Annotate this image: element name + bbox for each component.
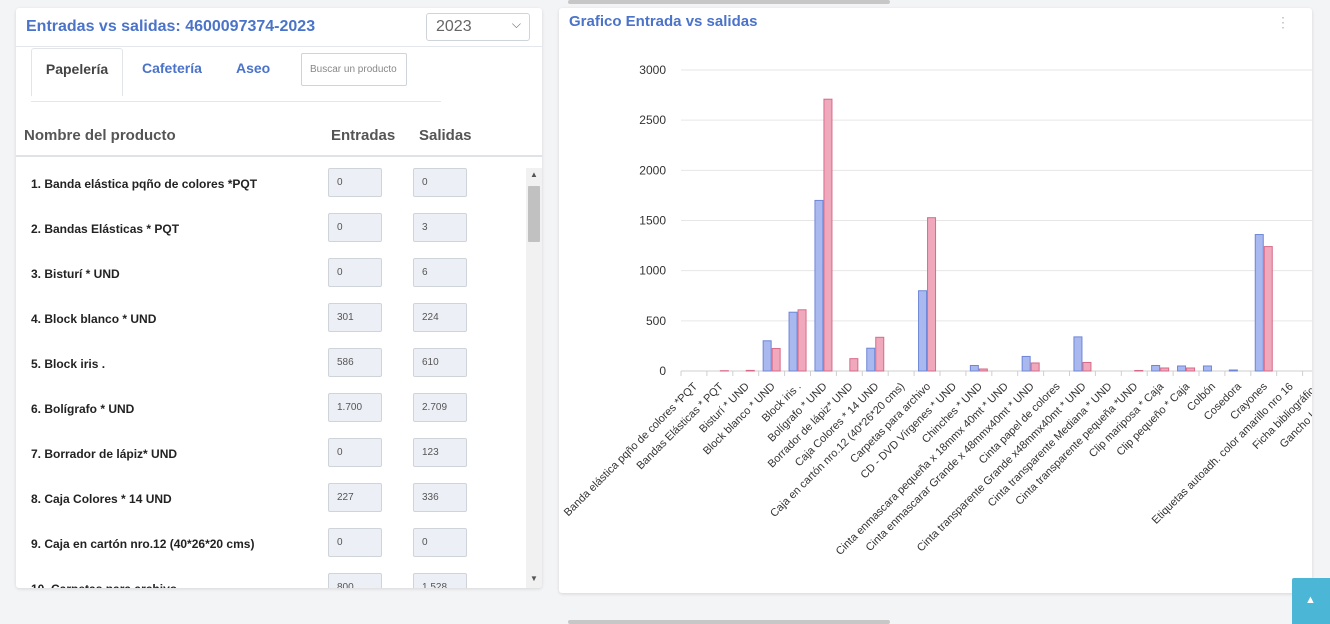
- tab-papeleria[interactable]: Papelería: [31, 48, 123, 96]
- product-name: 10. Carpetas para archivo: [31, 582, 177, 588]
- tab-cafeteria[interactable]: Cafetería: [142, 60, 202, 76]
- bar-entradas[interactable]: [762, 340, 772, 372]
- entradas-field[interactable]: 227: [328, 483, 382, 512]
- bar-entradas[interactable]: [1228, 369, 1238, 372]
- y-tick-label: 2500: [639, 113, 666, 127]
- column-header-salidas: Salidas: [419, 127, 472, 144]
- chevron-down-icon: ⌵: [511, 17, 521, 31]
- x-tick-label: Banda elástica pqño de colores *PQT: [562, 380, 700, 518]
- bar-entradas[interactable]: [1151, 364, 1161, 372]
- bar-salidas[interactable]: [875, 336, 885, 372]
- y-tick-label: 1000: [639, 264, 666, 278]
- entradas-field[interactable]: 0: [328, 213, 382, 242]
- year-select[interactable]: 2023 ⌵: [426, 13, 530, 41]
- product-name: 5. Block iris .: [31, 357, 106, 371]
- entradas-field[interactable]: 0: [328, 168, 382, 197]
- salidas-field[interactable]: 224: [413, 303, 467, 332]
- chart-panel: Grafico Entrada vs salidas ⋮ 0 500 1000 150…: [559, 8, 1312, 593]
- salidas-field[interactable]: 6: [413, 258, 467, 287]
- entradas-field[interactable]: 0: [328, 438, 382, 467]
- bar-entradas[interactable]: [866, 347, 876, 372]
- panel-title: Entradas vs salidas: 4600097374-2023: [26, 18, 316, 35]
- entradas-field[interactable]: 0: [328, 528, 382, 557]
- year-select-value: 2023: [436, 18, 472, 35]
- salidas-field[interactable]: 336: [413, 483, 467, 512]
- bar-salidas[interactable]: [1134, 369, 1144, 372]
- product-search-input[interactable]: Buscar un producto: [301, 53, 407, 86]
- bar-salidas[interactable]: [745, 369, 755, 372]
- scroll-up-icon[interactable]: ▲: [528, 170, 540, 179]
- bar-salidas[interactable]: [1030, 362, 1040, 372]
- y-tick-label: 1500: [639, 214, 666, 228]
- bar-entradas[interactable]: [1177, 365, 1187, 372]
- product-name: 6. Bolígrafo * UND: [31, 402, 135, 416]
- salidas-field[interactable]: 123: [413, 438, 467, 467]
- bar-entradas[interactable]: [1254, 234, 1264, 372]
- bar-chart: 0 500 1000 1500 2000 2500 3000 Banda elástica p…: [562, 63, 1312, 558]
- chevron-up-icon: ▲: [1305, 594, 1316, 606]
- entradas-field[interactable]: 0: [328, 258, 382, 287]
- bar-entradas[interactable]: [1202, 365, 1212, 372]
- tab-aseo[interactable]: Aseo: [236, 60, 270, 76]
- salidas-field[interactable]: 0: [413, 168, 467, 197]
- bar-entradas[interactable]: [918, 290, 928, 372]
- salidas-field[interactable]: 2.709: [413, 393, 467, 422]
- product-name: 3. Bisturí * UND: [31, 267, 120, 281]
- entradas-salidas-panel: Entradas vs salidas: 4600097374-2023 202…: [16, 8, 542, 588]
- entradas-field[interactable]: 586: [328, 348, 382, 377]
- scroll-down-icon[interactable]: ▼: [528, 574, 540, 583]
- bar-salidas[interactable]: [797, 309, 807, 372]
- bar-salidas[interactable]: [849, 358, 859, 372]
- bar-entradas[interactable]: [1021, 355, 1031, 372]
- entradas-field[interactable]: 301: [328, 303, 382, 332]
- bar-salidas[interactable]: [823, 98, 833, 372]
- salidas-field[interactable]: 0: [413, 528, 467, 557]
- bar-salidas[interactable]: [927, 217, 937, 372]
- bar-entradas[interactable]: [788, 311, 798, 372]
- salidas-field[interactable]: 610: [413, 348, 467, 377]
- salidas-field[interactable]: 1.528: [413, 573, 467, 588]
- header-divider: [16, 46, 542, 47]
- bar-salidas[interactable]: [771, 348, 781, 372]
- salidas-field[interactable]: 3: [413, 213, 467, 242]
- product-name: 9. Caja en cartón nro.12 (40*26*20 cms): [31, 537, 255, 551]
- tabs-divider: [31, 101, 441, 102]
- column-header-entradas: Entradas: [331, 127, 396, 144]
- product-name: 1. Banda elástica pqño de colores *PQT: [31, 177, 258, 191]
- table-header-divider: [16, 155, 542, 157]
- product-name: 4. Block blanco * UND: [31, 312, 157, 326]
- y-tick-label: 2000: [639, 163, 666, 177]
- y-tick-label: 500: [646, 314, 666, 328]
- bar-entradas[interactable]: [969, 364, 979, 372]
- scrollbar-thumb[interactable]: [528, 186, 540, 242]
- scroll-top-button[interactable]: ▲: [1292, 578, 1330, 624]
- bar-entradas[interactable]: [1073, 336, 1083, 372]
- bar-entradas[interactable]: [814, 199, 824, 372]
- bottom-scroll-indicator: [568, 620, 890, 624]
- column-header-product: Nombre del producto: [24, 127, 176, 144]
- bar-salidas[interactable]: [1186, 367, 1196, 372]
- product-name: 2. Bandas Elásticas * PQT: [31, 222, 180, 236]
- product-name: 8. Caja Colores * 14 UND: [31, 492, 172, 506]
- bar-salidas[interactable]: [1160, 367, 1170, 372]
- bar-salidas[interactable]: [1263, 246, 1273, 372]
- bar-salidas[interactable]: [1082, 361, 1092, 372]
- entradas-field[interactable]: 800: [328, 573, 382, 588]
- product-name: 7. Borrador de lápiz* UND: [31, 447, 178, 461]
- top-scroll-indicator: [568, 0, 890, 4]
- entradas-field[interactable]: 1.700: [328, 393, 382, 422]
- bar-salidas[interactable]: [978, 368, 988, 372]
- y-tick-label: 3000: [639, 63, 666, 77]
- y-tick-label: 0: [659, 364, 666, 378]
